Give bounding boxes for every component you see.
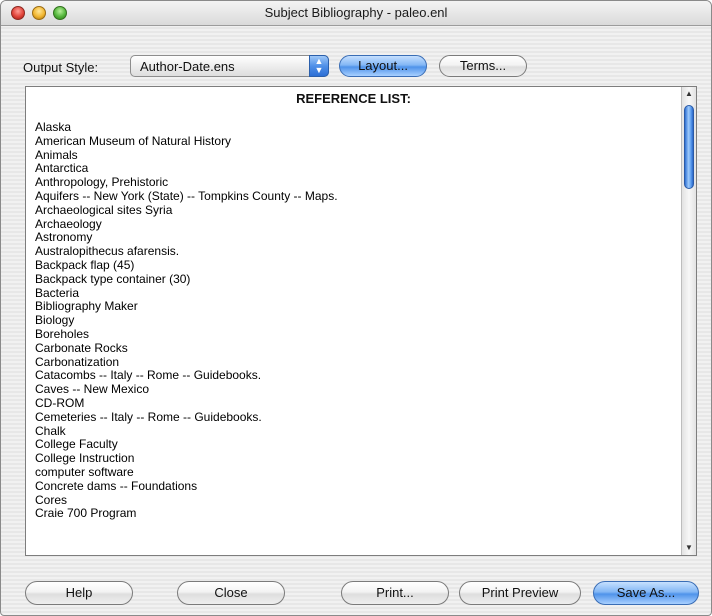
save-as-button[interactable]: Save As... [593, 581, 699, 605]
reference-list-item: Craie 700 Program [35, 506, 137, 521]
window-title: Subject Bibliography - paleo.enl [264, 5, 448, 20]
reference-list-item: College Faculty [35, 437, 118, 452]
reference-list-item: Astronomy [35, 230, 93, 245]
close-button[interactable]: Close [177, 581, 285, 605]
reference-list-item: Archaeological sites Syria [35, 202, 173, 217]
reference-list-item: Boreholes [35, 326, 90, 341]
output-style-label: Output Style: [23, 60, 99, 75]
reference-list-box[interactable]: REFERENCE LIST: Alaska American Museum of… [25, 86, 697, 556]
reference-list-header: REFERENCE LIST: [296, 91, 411, 106]
reference-list-item: CD-ROM [35, 395, 85, 410]
title-bar[interactable]: Subject Bibliography - paleo.enl [1, 1, 711, 26]
reference-list-item: Cemeteries -- Italy -- Rome -- Guidebook… [35, 409, 262, 424]
reference-list-item: Antarctica [35, 161, 89, 176]
reference-list-item: Caves -- New Mexico [35, 382, 150, 397]
reference-list-item: Biology [35, 313, 75, 328]
reference-list-item: Concrete dams -- Foundations [35, 478, 198, 493]
reference-list-item: Catacombs -- Italy -- Rome -- Guidebooks… [35, 368, 262, 383]
print-button[interactable]: Print... [341, 581, 449, 605]
reference-list-item: Aquifers -- New York (State) -- Tompkins… [35, 188, 338, 203]
reference-list-item: College Instruction [35, 451, 135, 466]
popup-arrows-icon: ▲ ▼ [309, 55, 329, 77]
reference-list-item: Backpack flap (45) [35, 257, 135, 272]
print-preview-button[interactable]: Print Preview [459, 581, 581, 605]
scroll-up-arrow-icon[interactable]: ▲ [682, 87, 696, 101]
help-button[interactable]: Help [25, 581, 133, 605]
output-style-value: Author-Date.ens [140, 59, 235, 74]
reference-list-item: Bibliography Maker [35, 299, 138, 314]
subject-bibliography-window: Subject Bibliography - paleo.enl Output … [0, 0, 712, 616]
reference-list-item: Carbonatization [35, 354, 120, 369]
reference-list-item: Cores [35, 492, 68, 507]
reference-list-item: Chalk [35, 423, 66, 438]
reference-list-item: Animals [35, 147, 78, 162]
scroll-down-arrow-icon[interactable]: ▼ [682, 541, 696, 555]
reference-list-item: Archaeology [35, 216, 102, 231]
reference-list-item: Carbonate Rocks [35, 340, 128, 355]
reference-list-item: Alaska [35, 120, 72, 134]
reference-list: Alaska American Museum of Natural History… [35, 120, 338, 521]
scroll-thumb[interactable] [684, 105, 694, 189]
reference-list-item: Australopithecus afarensis. [35, 244, 180, 259]
reference-list-item: computer software [35, 464, 134, 479]
output-style-select[interactable]: Author-Date.ens ▲ ▼ [130, 55, 329, 77]
terms-button[interactable]: Terms... [439, 55, 527, 77]
vertical-scrollbar[interactable]: ▲ ▼ [681, 87, 696, 555]
layout-button[interactable]: Layout... [339, 55, 427, 77]
reference-list-item: Anthropology, Prehistoric [35, 175, 169, 190]
reference-list-item: American Museum of Natural History [35, 133, 232, 148]
reference-list-item: Bacteria [35, 285, 80, 300]
reference-list-item: Backpack type container (30) [35, 271, 191, 286]
